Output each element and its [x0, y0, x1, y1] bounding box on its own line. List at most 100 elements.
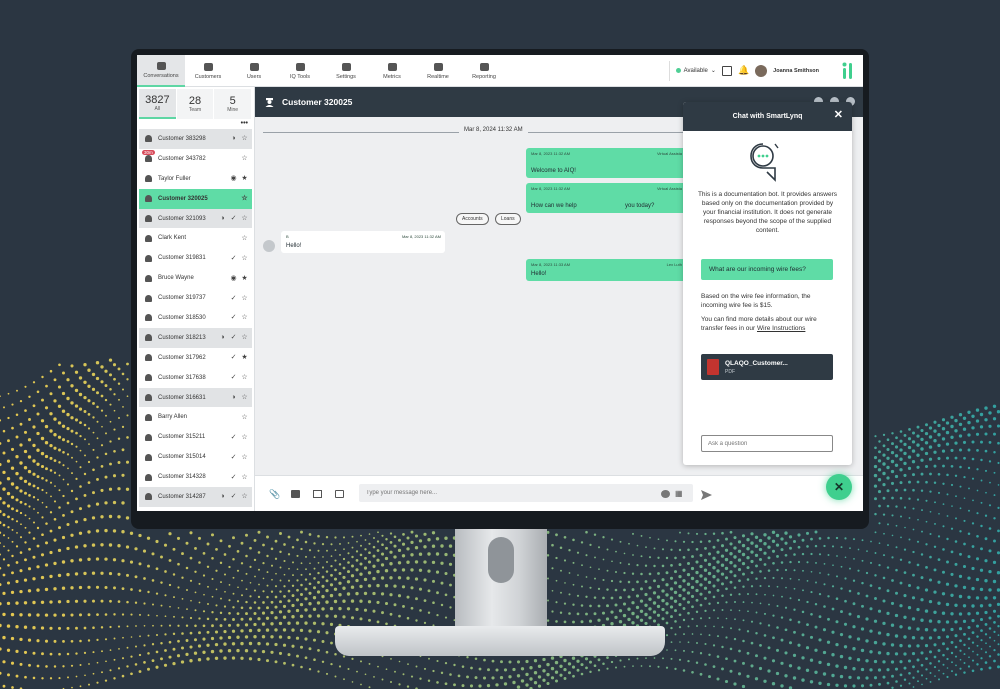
list-item[interactable]: Customer 318530 ✓ ☆: [139, 308, 252, 328]
ai-assist-icon[interactable]: ▦: [675, 490, 684, 498]
contact-icon: [145, 294, 152, 302]
star-icon[interactable]: ☆: [241, 454, 248, 461]
star-icon[interactable]: ☆: [241, 314, 248, 321]
star-icon[interactable]: ☆: [241, 474, 248, 481]
list-item[interactable]: Customer 315014 ✓ ☆: [139, 447, 252, 467]
list-item[interactable]: Customer 315211 ✓ ☆: [139, 427, 252, 447]
list-item[interactable]: Taylor Fuller ◉ ★: [139, 169, 252, 189]
chart-icon: [387, 62, 397, 71]
decorative-dot: [843, 645, 848, 649]
list-item[interactable]: Customer 314328 ✓ ☆: [139, 467, 252, 487]
decorative-dot: [36, 486, 40, 490]
decorative-dot: [11, 554, 14, 558]
star-icon[interactable]: ☆: [241, 414, 248, 421]
message-input[interactable]: [359, 484, 693, 502]
decorative-dot: [355, 568, 359, 572]
list-item[interactable]: Clark Kent ☆: [139, 228, 252, 248]
nav-item-settings[interactable]: Settings: [323, 55, 369, 87]
star-icon[interactable]: ☆: [241, 295, 248, 302]
decorative-dot: [155, 650, 159, 654]
screen-share-icon[interactable]: [313, 490, 322, 498]
list-item[interactable]: Customer 317638 ✓ ☆: [139, 368, 252, 388]
decorative-dot: [742, 585, 745, 588]
count-tab-mine[interactable]: 5 Mine: [214, 89, 252, 119]
nav-item-customers[interactable]: Customers: [185, 55, 231, 87]
decorative-dot: [283, 595, 286, 598]
decorative-dot: [810, 612, 813, 616]
count-tab-team[interactable]: 28 Team: [176, 89, 214, 119]
decorative-dot: [423, 621, 427, 625]
nav-item-iq-tools[interactable]: IQ Tools: [277, 55, 323, 87]
star-filled-icon[interactable]: ★: [241, 175, 248, 182]
star-filled-icon[interactable]: ★: [241, 275, 248, 282]
close-smartlynq-button[interactable]: ✕: [826, 474, 852, 500]
decorative-dot: [228, 611, 231, 615]
list-item[interactable]: Customer 316631 ◑ ☆: [139, 387, 252, 408]
nav-item-conversations[interactable]: Conversations: [137, 55, 185, 87]
decorative-dot: [305, 568, 307, 571]
pdf-attachment[interactable]: QLAQO_Customer... PDF: [701, 354, 833, 380]
star-icon[interactable]: ☆: [241, 434, 248, 441]
wire-instructions-link[interactable]: Wire Instructions: [757, 325, 805, 332]
avatar[interactable]: [755, 64, 768, 77]
star-filled-icon[interactable]: ★: [241, 354, 248, 361]
more-options-icon[interactable]: •••: [137, 119, 254, 129]
list-item[interactable]: Customer 314287 ◑ ✓ ☆: [139, 487, 252, 507]
star-icon[interactable]: ☆: [241, 235, 248, 242]
decorative-dot: [11, 426, 14, 430]
list-item[interactable]: Customer 319737 ✓ ☆: [139, 288, 252, 308]
star-icon[interactable]: ☆: [241, 334, 248, 341]
availability-dropdown[interactable]: Available ⌄: [668, 60, 716, 81]
cobrowse-icon[interactable]: [335, 490, 344, 498]
list-item[interactable]: Bruce Wayne ◉ ★: [139, 268, 252, 288]
decorative-dot: [83, 544, 87, 548]
decorative-dot: [287, 535, 291, 539]
count-tab-all[interactable]: 3827 All: [139, 89, 176, 119]
decorative-dot: [316, 601, 321, 605]
emoji-icon[interactable]: [661, 490, 670, 498]
decorative-dot: [988, 616, 992, 620]
decorative-dot: [533, 659, 538, 663]
calendar-icon[interactable]: [721, 65, 732, 76]
decorative-dot: [245, 600, 248, 604]
ask-question-input[interactable]: [701, 435, 833, 452]
list-item[interactable]: Customer 383298 ◑ ☆: [139, 129, 252, 149]
decorative-dot: [287, 599, 291, 603]
list-item[interactable]: Customer 321093 ◑ ✓ ☆: [139, 208, 252, 229]
star-icon[interactable]: ☆: [241, 394, 248, 401]
decorative-dot: [92, 401, 95, 405]
star-icon[interactable]: ☆: [241, 493, 248, 500]
bell-icon[interactable]: 🔔: [738, 65, 749, 76]
decorative-dot: [53, 538, 57, 542]
quick-reply-loans[interactable]: Loans: [495, 213, 521, 225]
list-item[interactable]: 30m Customer 343782 ☆: [139, 149, 252, 169]
star-icon[interactable]: ☆: [241, 255, 248, 262]
star-icon[interactable]: ☆: [241, 374, 248, 381]
list-item[interactable]: Customer 318213 ◑ ✓ ☆: [139, 327, 252, 348]
paperclip-icon[interactable]: 📎: [269, 490, 280, 499]
decorative-dot: [231, 656, 236, 660]
list-item[interactable]: Customer 319831 ✓ ☆: [139, 248, 252, 268]
list-item[interactable]: Customer 317962 ✓ ★: [139, 348, 252, 368]
decorative-dot: [615, 666, 617, 669]
nav-item-realtime[interactable]: Realtime: [415, 55, 461, 87]
decorative-dot: [197, 644, 202, 648]
video-icon[interactable]: [291, 490, 300, 498]
decorative-dot: [282, 604, 287, 608]
decorative-dot: [163, 543, 168, 547]
star-icon[interactable]: ☆: [241, 195, 248, 202]
nav-item-metrics[interactable]: Metrics: [369, 55, 415, 87]
star-icon[interactable]: ☆: [241, 135, 248, 142]
list-item[interactable]: Customer 320025 ☆: [139, 188, 252, 209]
quick-reply-accounts[interactable]: Accounts: [456, 213, 489, 225]
send-icon[interactable]: [701, 490, 712, 500]
nav-item-reporting[interactable]: Reporting: [461, 55, 507, 87]
decorative-dot: [891, 442, 894, 446]
star-icon[interactable]: ☆: [241, 215, 248, 222]
list-item[interactable]: Barry Allen ☆: [139, 407, 252, 427]
star-icon[interactable]: ☆: [241, 155, 248, 162]
nav-item-users[interactable]: Users: [231, 55, 277, 87]
decorative-dot: [121, 613, 125, 616]
close-icon[interactable]: ✕: [834, 110, 843, 121]
decorative-dot: [606, 604, 609, 608]
